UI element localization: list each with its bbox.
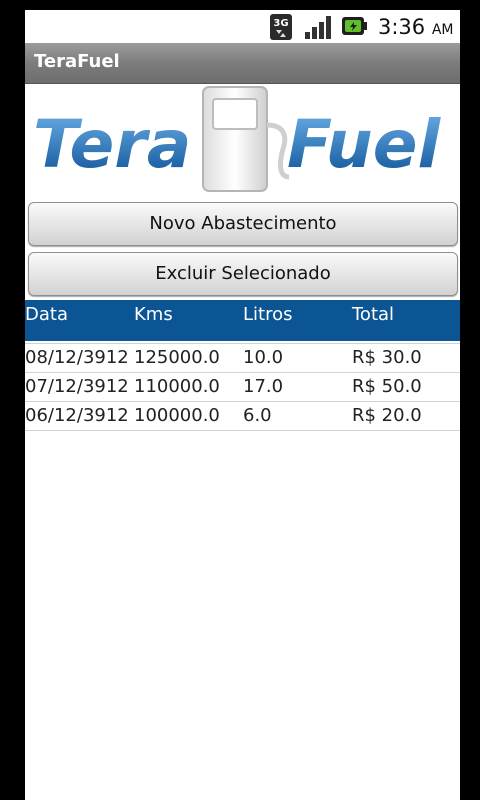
column-header-litros: Litros: [243, 304, 293, 325]
app-screen: 3G 3:36 AM TeraFuel Tera Fuel Novo Abast…: [25, 10, 460, 800]
cell-total: R$ 30.0: [352, 347, 422, 368]
table-row[interactable]: 08/12/3912 125000.0 10.0 R$ 30.0: [25, 343, 460, 373]
table-row[interactable]: 06/12/3912 100000.0 6.0 R$ 20.0: [25, 402, 460, 431]
column-header-kms: Kms: [134, 304, 173, 325]
column-header-data: Data: [25, 304, 68, 325]
cell-liters: 17.0: [243, 376, 284, 397]
new-refuel-button[interactable]: Novo Abastecimento: [28, 202, 458, 246]
cell-kms: 100000.0: [134, 405, 220, 426]
terafuel-logo: Tera Fuel: [33, 86, 442, 192]
status-bar: 3G 3:36 AM: [25, 10, 460, 43]
cell-liters: 10.0: [243, 347, 284, 368]
cell-kms: 125000.0: [134, 347, 220, 368]
cell-liters: 6.0: [243, 405, 272, 426]
3g-icon: 3G: [270, 14, 292, 40]
cell-total: R$ 20.0: [352, 405, 422, 426]
cell-date: 08/12/3912: [25, 347, 129, 368]
title-bar: TeraFuel: [25, 43, 460, 84]
app-title: TeraFuel: [34, 51, 120, 72]
svg-text:3G: 3G: [273, 18, 288, 29]
clock: 3:36 AM: [378, 15, 454, 39]
cell-date: 07/12/3912: [25, 376, 129, 397]
cell-total: R$ 50.0: [352, 376, 422, 397]
delete-selected-button[interactable]: Excluir Selecionado: [28, 252, 458, 296]
signal-icon: [305, 16, 331, 39]
cell-date: 06/12/3912: [25, 405, 129, 426]
table-header: Data Kms Litros Total: [25, 300, 460, 341]
fuel-pump-icon: [202, 86, 290, 192]
svg-text:Fuel: Fuel: [287, 106, 442, 183]
battery-icon: [342, 17, 367, 35]
column-header-total: Total: [352, 304, 395, 325]
cell-kms: 110000.0: [134, 376, 220, 397]
table-row[interactable]: 07/12/3912 110000.0 17.0 R$ 50.0: [25, 373, 460, 402]
refuel-list: 08/12/3912 125000.0 10.0 R$ 30.0 07/12/3…: [25, 343, 460, 431]
svg-text:Tera: Tera: [33, 106, 191, 183]
